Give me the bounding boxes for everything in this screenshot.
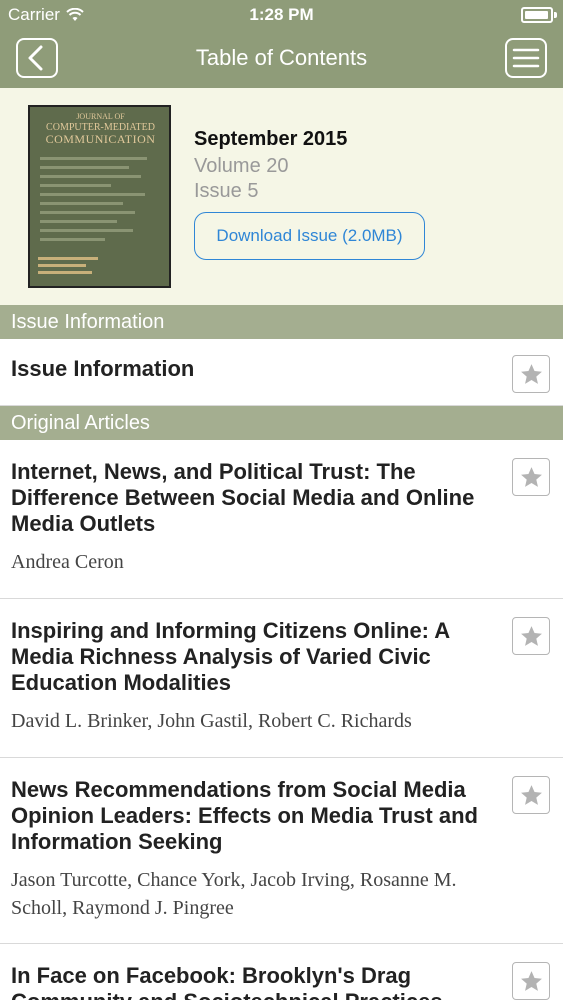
article-authors: David L. Brinker, John Gastil, Robert C.… (11, 710, 412, 732)
page-title: Table of Contents (195, 45, 368, 70)
issue-volume: Volume 20 (194, 155, 289, 177)
article-row[interactable]: In Face on Facebook: Brooklyn's Drag Com… (0, 944, 563, 1000)
cover-contents-lines (40, 157, 159, 247)
journal-cover-image: JOURNAL OF COMPUTER-MEDIATED COMMUNICATI… (28, 105, 171, 288)
article-title: Inspiring and Informing Citizens Online:… (11, 618, 450, 695)
cover-footer (38, 257, 98, 278)
status-bar: Carrier 1:28 PM (0, 0, 563, 30)
section-header-issue-information: Issue Information (0, 305, 563, 339)
favorite-button[interactable] (512, 776, 550, 814)
article-authors: Jason Turcotte, Chance York, Jacob Irvin… (11, 869, 457, 919)
article-row[interactable]: News Recommendations from Social Media O… (0, 758, 563, 944)
issue-date: September 2015 (194, 128, 348, 150)
star-icon (521, 467, 542, 487)
article-row[interactable]: Internet, News, and Political Trust: The… (0, 440, 563, 599)
item-title: Issue Information (11, 356, 195, 381)
star-icon (521, 785, 542, 805)
article-title: Internet, News, and Political Trust: The… (11, 459, 475, 536)
download-issue-button[interactable]: Download Issue (2.0MB) (194, 212, 425, 260)
battery-icon (521, 7, 557, 23)
navigation-bar: Table of Contents (0, 30, 563, 88)
favorite-button[interactable] (512, 617, 550, 655)
issue-header: JOURNAL OF COMPUTER-MEDIATED COMMUNICATI… (0, 88, 563, 305)
article-title: News Recommendations from Social Media O… (11, 777, 478, 854)
status-time: 1:28 PM (249, 5, 314, 24)
article-title: In Face on Facebook: Brooklyn's Drag Com… (11, 963, 443, 1000)
section-header-original-articles: Original Articles (0, 406, 563, 440)
star-icon (521, 364, 542, 384)
article-authors: Andrea Ceron (11, 551, 124, 573)
hamburger-menu-icon (512, 48, 540, 68)
favorite-button[interactable] (512, 962, 550, 1000)
star-icon (521, 971, 542, 991)
cover-line-1: JOURNAL OF (76, 112, 125, 121)
menu-button[interactable] (505, 38, 547, 78)
battery-fill (525, 11, 548, 19)
issue-number: Issue 5 (194, 180, 259, 202)
favorite-button[interactable] (512, 355, 550, 393)
star-icon (521, 626, 542, 646)
cover-line-3: COMMUNICATION (45, 131, 156, 146)
article-row[interactable]: Inspiring and Informing Citizens Online:… (0, 599, 563, 758)
cover-title: JOURNAL OF COMPUTER-MEDIATED COMMUNICATI… (38, 112, 163, 146)
list-item[interactable]: Issue Information (0, 339, 563, 406)
favorite-button[interactable] (512, 458, 550, 496)
